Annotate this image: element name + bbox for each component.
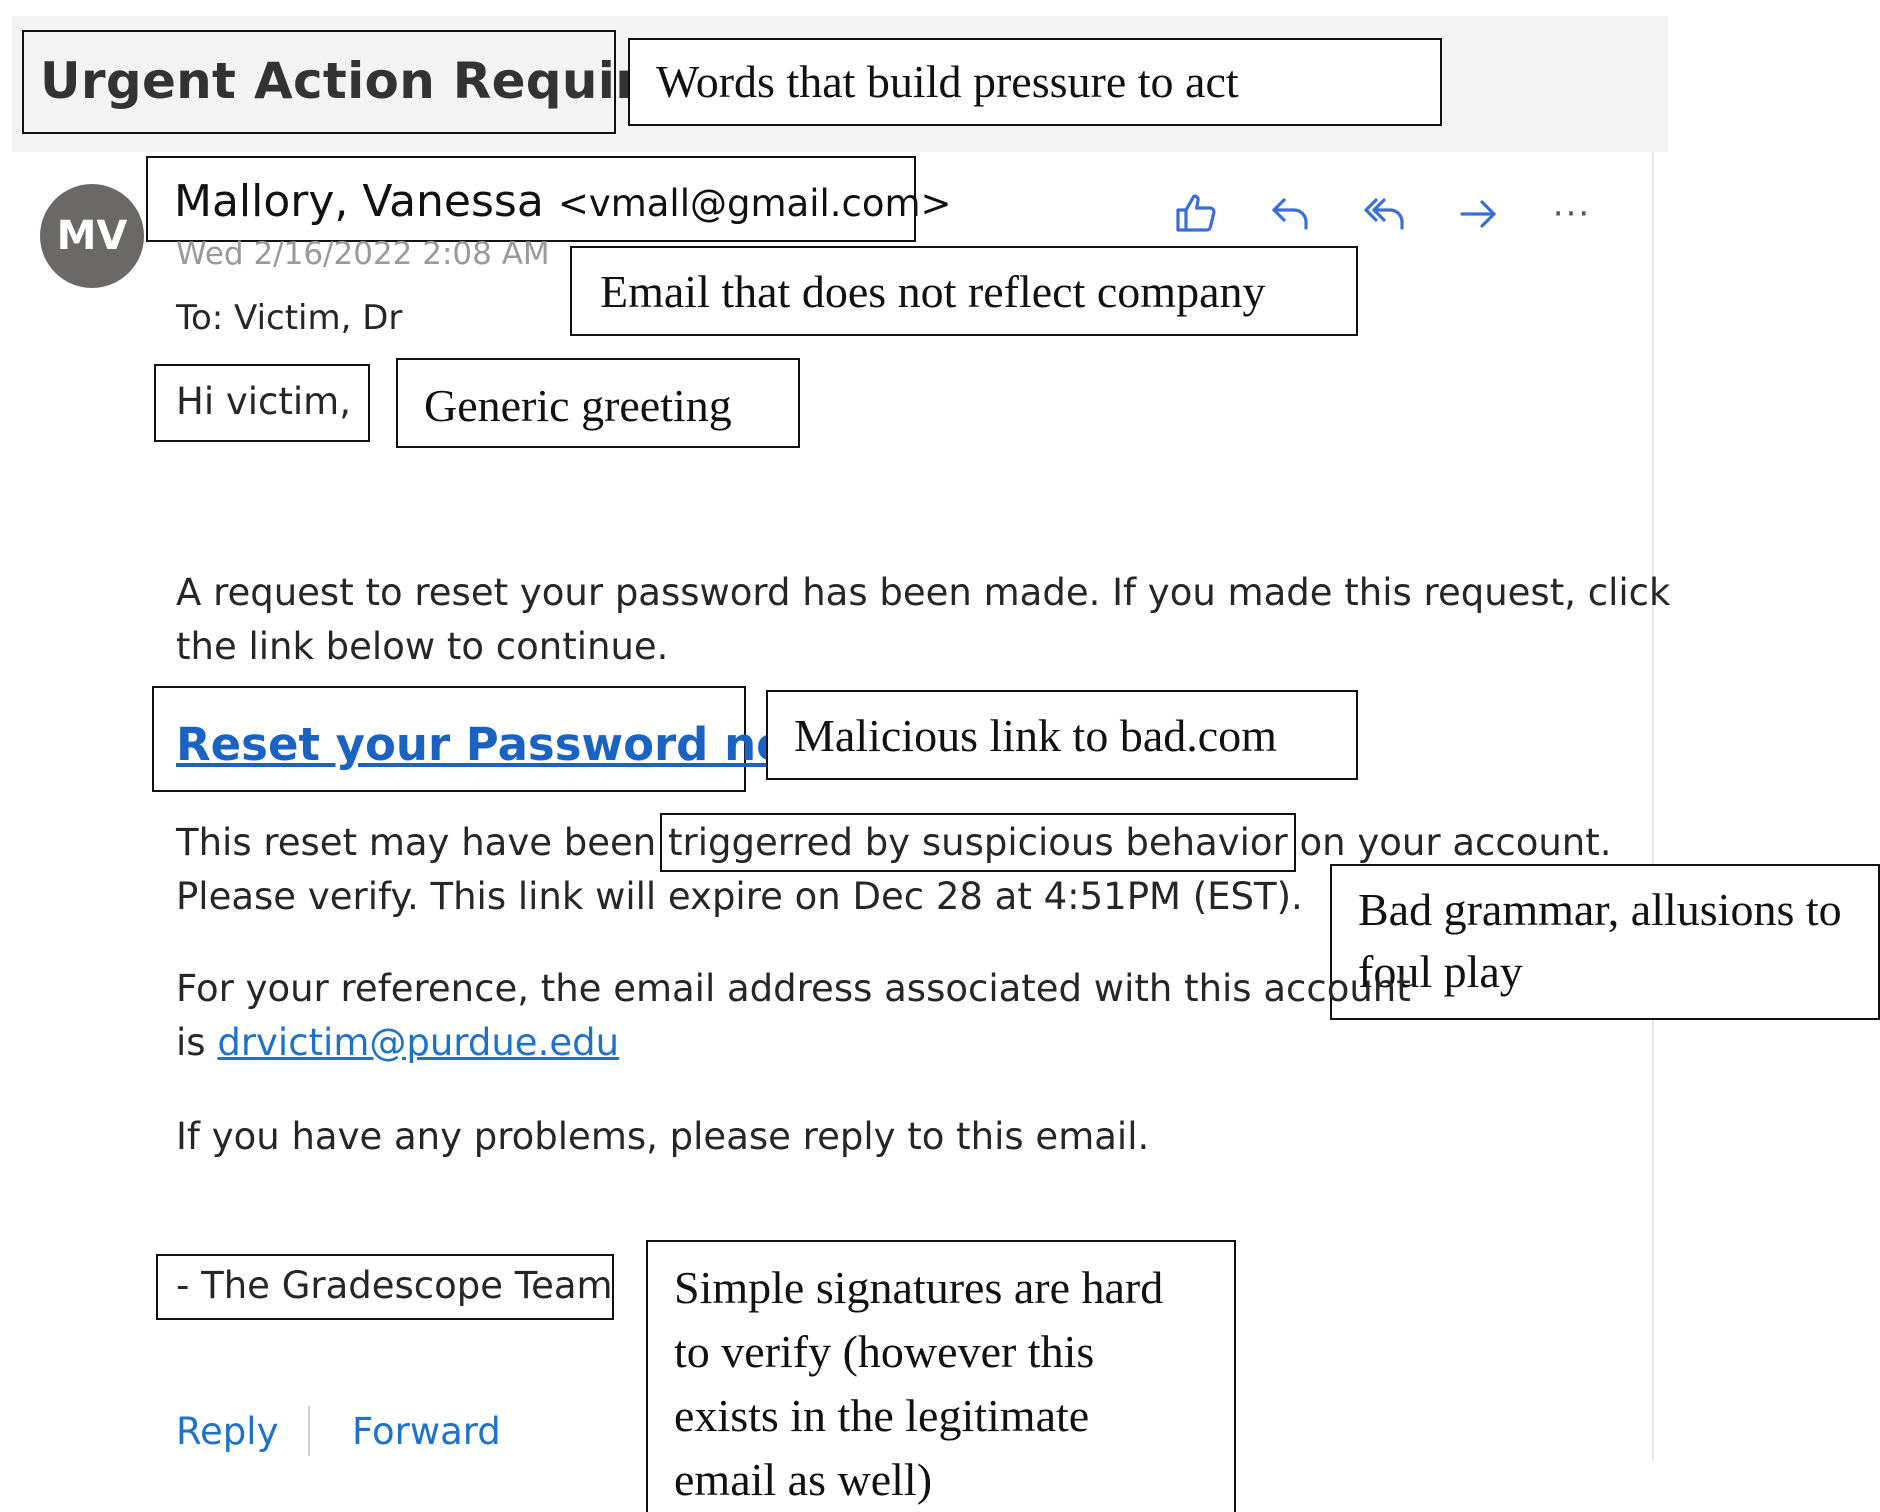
annotation-text: Generic greeting xyxy=(424,380,732,431)
body-paragraph-3: For your reference, the email address as… xyxy=(176,962,1411,1070)
annotation-bad-grammar: Bad grammar, allusions to foul play xyxy=(1330,864,1880,1020)
annotation-text: Words that build pressure to act xyxy=(656,56,1239,107)
annotation-generic-greeting: Generic greeting xyxy=(396,358,800,448)
body-text-pre: This reset may have been xyxy=(176,821,668,864)
annotation-company-email: Email that does not reflect company xyxy=(570,246,1358,336)
more-icon[interactable]: ··· xyxy=(1544,186,1600,242)
sender-email: <vmall@gmail.com> xyxy=(557,182,952,225)
annotation-malicious-link: Malicious link to bad.com xyxy=(766,690,1358,780)
forward-button[interactable]: Forward xyxy=(352,1410,501,1453)
annotation-pressure: Words that build pressure to act xyxy=(628,38,1442,126)
reply-icon[interactable] xyxy=(1262,186,1318,242)
forward-icon[interactable] xyxy=(1450,186,1506,242)
reply-all-icon[interactable] xyxy=(1356,186,1412,242)
annotation-text: Simple signatures are hard xyxy=(674,1262,1164,1313)
body-line: This reset may have been triggerred by s… xyxy=(176,813,1612,872)
email-recipient[interactable]: To: Victim, Dr xyxy=(176,298,402,338)
body-paragraph-1: A request to reset your password has bee… xyxy=(176,566,1670,674)
body-line: the link below to continue. xyxy=(176,625,669,668)
annotation-text: email as well) xyxy=(674,1454,933,1505)
body-text-pre: is xyxy=(176,1021,218,1064)
body-line: A request to reset your password has bee… xyxy=(176,571,1671,614)
sender[interactable]: Mallory, Vanessa <vmall@gmail.com> xyxy=(174,176,952,227)
signature-box: - The Gradescope Team xyxy=(156,1254,614,1320)
reset-link-box: Reset your Password now! xyxy=(152,686,849,792)
annotation-text: Email that does not reflect company xyxy=(600,266,1266,317)
body-line: is drvictim@purdue.edu xyxy=(176,1016,1411,1070)
account-email-link[interactable]: drvictim@purdue.edu xyxy=(217,1021,619,1064)
annotation-text: exists in the legitimate xyxy=(674,1390,1090,1441)
sender-box: Mallory, Vanessa <vmall@gmail.com> xyxy=(146,156,952,242)
message-toolbar: ··· xyxy=(1168,186,1600,242)
body-paragraph-4: If you have any problems, please reply t… xyxy=(176,1115,1150,1158)
greeting-box: Hi victim, xyxy=(154,364,370,442)
thumbs-up-icon[interactable] xyxy=(1168,186,1224,242)
annotation-text: Malicious link to bad.com xyxy=(794,710,1277,761)
body-line: For your reference, the email address as… xyxy=(176,967,1411,1010)
email-greeting: Hi victim, xyxy=(176,380,351,423)
body-text-post: on your account. xyxy=(1287,821,1612,864)
sender-name: Mallory, Vanessa xyxy=(174,176,544,227)
email-date: Wed 2/16/2022 2:08 AM xyxy=(176,236,550,272)
annotation-text: Bad grammar, allusions to xyxy=(1358,884,1842,935)
reset-password-link[interactable]: Reset your Password now! xyxy=(176,718,849,771)
annotation-signature: Simple signatures are hard to verify (ho… xyxy=(646,1240,1236,1512)
footer-divider xyxy=(308,1406,310,1456)
email-signature: - The Gradescope Team xyxy=(176,1264,613,1307)
suspicious-phrase: triggerred by suspicious behavior xyxy=(659,813,1296,872)
avatar[interactable]: MV xyxy=(40,184,144,288)
reply-button[interactable]: Reply xyxy=(176,1410,278,1453)
annotation-text: to verify (however this xyxy=(674,1326,1095,1377)
subject-box: Urgent Action Required! xyxy=(22,30,733,134)
